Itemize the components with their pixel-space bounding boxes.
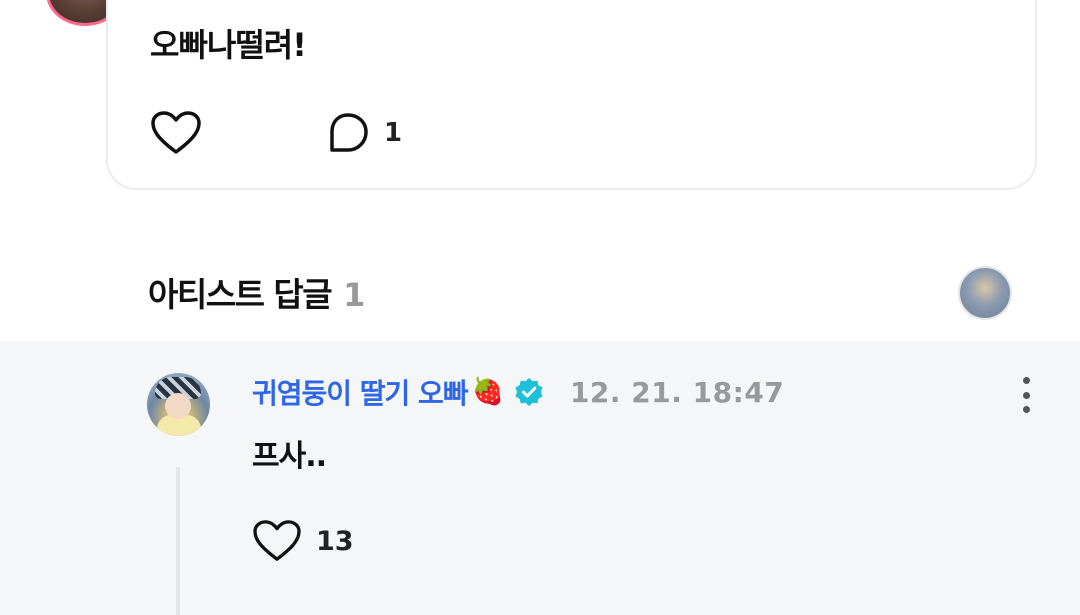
post-like-button[interactable]	[150, 110, 202, 156]
post-card: 오빠나떨려! 1	[106, 0, 1037, 190]
comment-bubble-icon	[330, 113, 368, 152]
reply-text: 프사..	[252, 439, 327, 474]
reply-author-avatar[interactable]	[147, 373, 210, 436]
verified-badge-icon	[515, 378, 543, 406]
artist-avatar[interactable]	[958, 266, 1012, 320]
reply-header: 귀염둥이 딸기 오빠 🍓 12. 21. 18:47	[252, 371, 784, 413]
reply-timestamp: 12. 21. 18:47	[569, 375, 785, 409]
post-comment-button[interactable]: 1	[326, 110, 402, 156]
thread-line	[176, 467, 180, 615]
artist-reply: 귀염둥이 딸기 오빠 🍓 12. 21. 18:47 프사.. 13	[0, 341, 1080, 615]
strawberry-emoji: 🍓	[471, 377, 504, 407]
reply-like-button[interactable]: 13	[252, 517, 354, 565]
section-title: 아티스트 답글	[148, 275, 333, 314]
artist-replies-header: 아티스트 답글 1	[148, 268, 365, 316]
more-vertical-icon	[1022, 377, 1030, 384]
comment-count: 1	[384, 118, 403, 148]
reply-like-count: 13	[316, 525, 354, 557]
post-text: 오빠나떨려!	[150, 26, 307, 64]
more-options-button[interactable]	[1014, 375, 1038, 415]
heart-outline-icon	[151, 111, 201, 154]
section-count: 1	[343, 276, 366, 314]
heart-outline-icon	[253, 520, 301, 561]
reply-author-name[interactable]: 귀염둥이 딸기 오빠	[252, 372, 469, 412]
